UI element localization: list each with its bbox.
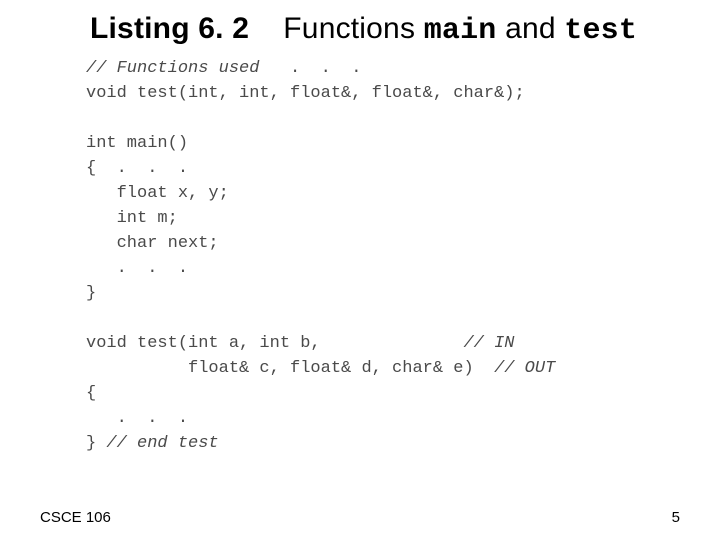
- footer-course: CSCE 106: [40, 509, 111, 526]
- footer-page-number: 5: [672, 509, 680, 526]
- code-text: . . .: [86, 409, 188, 428]
- listing-label: Listing 6. 2: [90, 12, 249, 45]
- code-comment: // OUT: [494, 359, 555, 378]
- code-text: void test(int, int, float&, float&, char…: [86, 84, 525, 103]
- title-and-word: and: [505, 12, 556, 45]
- code-comment: // IN: [463, 334, 514, 353]
- code-block: // Functions used . . . void test(int, i…: [86, 56, 670, 456]
- code-text: . . .: [270, 59, 362, 78]
- code-text: { . . .: [86, 159, 188, 178]
- code-comment: // end test: [106, 434, 218, 453]
- code-text: float& c, float& d, char& e): [86, 359, 494, 378]
- code-text: }: [86, 284, 96, 303]
- title-main-name: main: [424, 14, 497, 48]
- slide-title: Listing 6. 2 Functions main and test: [90, 12, 680, 48]
- code-text: float x, y;: [86, 184, 229, 203]
- code-text: int m;: [86, 209, 178, 228]
- title-test-name: test: [564, 14, 637, 48]
- title-functions-word: Functions: [283, 12, 415, 45]
- code-text: void test(int a, int b,: [86, 334, 463, 353]
- code-comment: // Functions used: [86, 59, 270, 78]
- code-text: {: [86, 384, 96, 403]
- code-text: int main(): [86, 134, 188, 153]
- code-text: char next;: [86, 234, 219, 253]
- slide: Listing 6. 2 Functions main and test // …: [0, 0, 720, 540]
- code-text: . . .: [86, 259, 188, 278]
- code-text: }: [86, 434, 106, 453]
